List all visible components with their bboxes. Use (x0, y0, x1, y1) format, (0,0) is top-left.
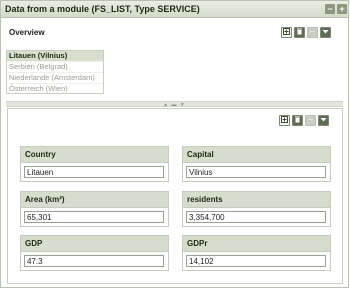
disabled-action-button[interactable] (307, 27, 318, 38)
window-title: Data from a module (FS_LIST, Type SERVIC… (5, 4, 200, 14)
overview-list: Litauen (Vilnius) Serbien (Belgrad) Nied… (6, 50, 104, 94)
country-label: Country (21, 147, 168, 163)
capital-input[interactable] (186, 166, 326, 178)
list-item[interactable]: Litauen (Vilnius) (7, 51, 103, 62)
minus-icon (307, 116, 314, 125)
capital-field: Capital (182, 146, 331, 182)
detail-new-button[interactable] (279, 115, 290, 126)
country-input[interactable] (24, 166, 164, 178)
area-field: Area (km²) (20, 191, 169, 227)
module-window: Data from a module (FS_LIST, Type SERVIC… (0, 0, 349, 288)
chevron-down-icon (322, 28, 329, 37)
minimize-button[interactable]: − (325, 4, 335, 14)
capital-label: Capital (183, 147, 330, 163)
panel-splitter[interactable]: ▲ ▬ ▼ (6, 101, 343, 108)
detail-panel: Country Capital Area (km²) residents GDP… (7, 108, 343, 284)
gdpr-label: GDPr (183, 236, 330, 252)
gdpr-field: GDPr (182, 235, 331, 271)
chevron-down-icon (320, 116, 327, 125)
gdpr-input[interactable] (186, 255, 326, 267)
menu-dropdown-button[interactable] (320, 27, 331, 38)
trash-icon (296, 28, 303, 37)
new-item-icon (281, 116, 288, 125)
gdp-input[interactable] (24, 255, 164, 267)
detail-menu-button[interactable] (318, 115, 329, 126)
overview-label: Overview (9, 28, 45, 37)
gdp-label: GDP (21, 236, 168, 252)
list-item[interactable]: Serbien (Belgrad) (7, 62, 103, 73)
delete-button[interactable] (294, 27, 305, 38)
area-label: Area (km²) (21, 192, 168, 208)
trash-icon (294, 116, 301, 125)
detail-disabled-button[interactable] (305, 115, 316, 126)
maximize-button[interactable]: + (337, 4, 347, 14)
new-item-button[interactable] (281, 27, 292, 38)
list-item[interactable]: Österreich (Wien) (7, 84, 103, 94)
area-input[interactable] (24, 211, 164, 223)
minus-icon (309, 28, 316, 37)
country-field: Country (20, 146, 169, 182)
residents-input[interactable] (186, 211, 326, 223)
window-titlebar: Data from a module (FS_LIST, Type SERVIC… (1, 1, 348, 18)
detail-delete-button[interactable] (292, 115, 303, 126)
list-item[interactable]: Niederlande (Amsterdam) (7, 73, 103, 84)
detail-toolbar (279, 115, 329, 126)
gdp-field: GDP (20, 235, 169, 271)
new-item-icon (283, 28, 290, 37)
splitter-grip-icon: ▲ ▬ ▼ (163, 102, 186, 108)
overview-toolbar (281, 27, 331, 38)
residents-field: residents (182, 191, 331, 227)
residents-label: residents (183, 192, 330, 208)
